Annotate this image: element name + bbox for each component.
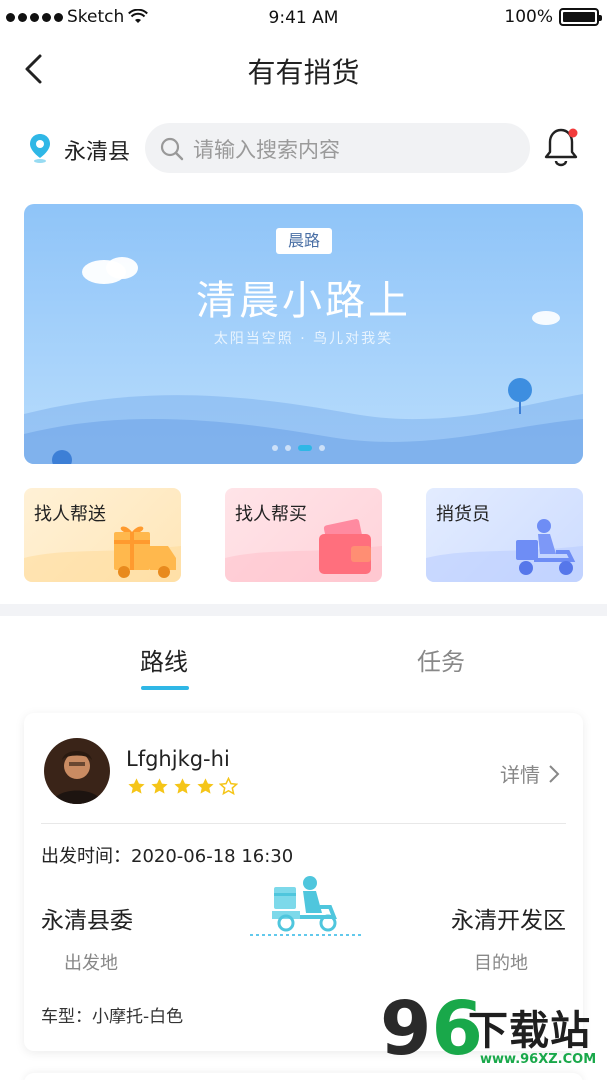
tab-bar: 路线 任务 xyxy=(0,616,607,696)
from-place: 永清县委 xyxy=(41,908,133,934)
delivery-scooter-icon xyxy=(250,876,364,936)
to-place: 永清开发区 xyxy=(451,908,566,934)
location-label[interactable]: 永清县 xyxy=(64,134,130,166)
username: Lfghjkg-hi xyxy=(126,747,230,771)
battery-group: 100% xyxy=(504,7,602,27)
watermark-nine: 9 xyxy=(380,986,432,1072)
car-type: 车型：小摩托-白色 xyxy=(41,1002,183,1027)
battery-icon xyxy=(559,8,602,26)
category-label: 捎货员 xyxy=(436,504,490,525)
search-icon xyxy=(160,137,184,161)
depart-value: 2020-06-18 16:30 xyxy=(131,846,294,867)
watermark-url: www.96XZ.COM xyxy=(480,1052,597,1067)
star-filled-icon xyxy=(197,778,214,794)
watermark-text: 下载站 xyxy=(468,1008,591,1054)
card-divider xyxy=(41,823,566,824)
category-cards: 找人帮送 找人帮买 捎货员 xyxy=(24,488,583,582)
category-buy-card[interactable]: 找人帮买 xyxy=(225,488,382,582)
chevron-right-icon xyxy=(549,764,560,783)
car-type-label: 车型： xyxy=(41,1007,92,1027)
tab-active-indicator xyxy=(141,686,189,690)
search-placeholder: 请输入搜索内容 xyxy=(193,138,340,162)
search-input[interactable]: 请输入搜索内容 xyxy=(145,123,530,173)
depart-time: 出发时间：2020-06-18 16:30 xyxy=(41,842,293,868)
category-send-card[interactable]: 找人帮送 xyxy=(24,488,181,582)
battery-percent: 100% xyxy=(504,7,553,27)
carousel-dot[interactable] xyxy=(285,445,291,451)
banner-title: 清晨小路上 xyxy=(196,278,411,324)
to-label: 目的地 xyxy=(474,953,528,974)
category-label: 找人帮买 xyxy=(235,504,307,525)
star-filled-icon xyxy=(174,778,191,794)
star-empty-icon xyxy=(219,777,238,796)
tab-task[interactable]: 任务 xyxy=(417,642,465,677)
category-label: 找人帮送 xyxy=(34,504,106,525)
carousel-indicator[interactable] xyxy=(272,445,325,451)
watermark-logo: 96 下载站 www.96XZ.COM xyxy=(380,986,605,1080)
car-type-value: 小摩托-白色 xyxy=(92,1007,184,1027)
tab-route[interactable]: 路线 xyxy=(140,642,188,677)
from-label: 出发地 xyxy=(64,953,118,974)
carousel-dot[interactable] xyxy=(319,445,325,451)
banner-carousel[interactable]: 晨路 清晨小路上 太阳当空照 · 鸟儿对我笑 xyxy=(24,204,583,464)
banner-subtitle: 太阳当空照 · 鸟儿对我笑 xyxy=(213,331,394,347)
star-filled-icon xyxy=(128,778,145,794)
section-divider xyxy=(0,604,607,616)
category-courier-card[interactable]: 捎货员 xyxy=(426,488,583,582)
carousel-dot-active[interactable] xyxy=(298,445,312,451)
detail-label: 详情 xyxy=(500,763,540,787)
carousel-dot[interactable] xyxy=(272,445,278,451)
nav-bar: 有有捎货 xyxy=(0,36,607,100)
detail-link[interactable]: 详情 xyxy=(500,759,560,788)
rating-stars xyxy=(127,777,238,796)
avatar[interactable] xyxy=(44,738,110,804)
search-row: 永清县 请输入搜索内容 xyxy=(0,120,607,176)
star-filled-icon xyxy=(151,778,168,794)
location-pin-icon[interactable] xyxy=(28,132,52,164)
page-title: 有有捎货 xyxy=(247,56,360,89)
banner-tag: 晨路 xyxy=(276,228,332,254)
depart-label: 出发时间： xyxy=(41,846,131,867)
bell-icon[interactable] xyxy=(542,126,580,168)
status-bar: Sketch 9:41 AM 100% xyxy=(0,0,607,36)
